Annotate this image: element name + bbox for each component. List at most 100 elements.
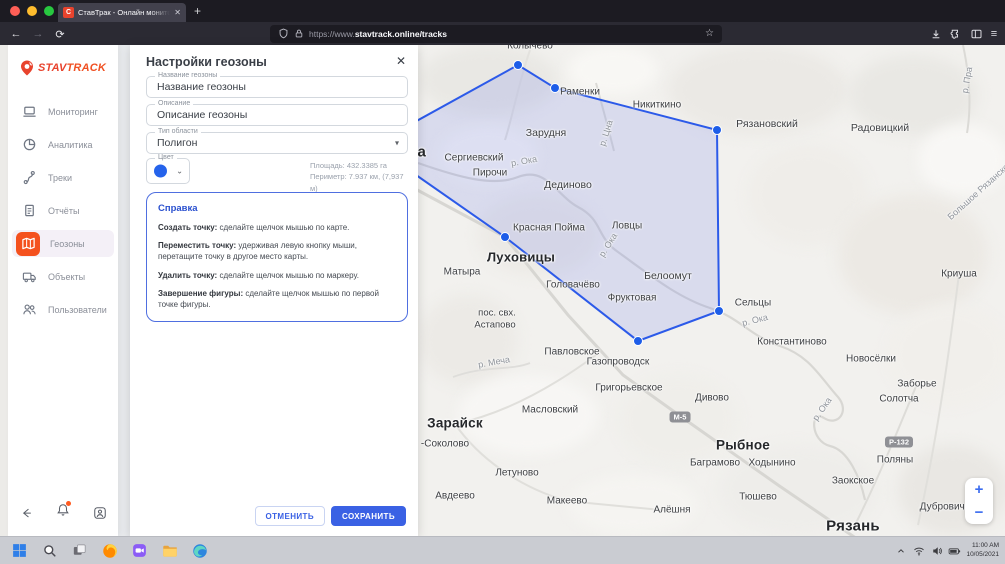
- lock-icon[interactable]: [294, 28, 304, 39]
- sidebar-item-analytics[interactable]: Аналитика: [8, 128, 118, 161]
- map-label: Рязань: [826, 518, 880, 535]
- map-label: Григорьевское: [595, 383, 662, 394]
- sidebar-item-users[interactable]: Пользователи: [8, 293, 118, 326]
- map-label: Тюшево: [739, 492, 777, 503]
- map-label: Пирочи: [473, 168, 507, 179]
- url-text: https://www.stavtrack.online/tracks: [309, 29, 700, 39]
- sidebar-item-tracks[interactable]: Треки: [8, 161, 118, 194]
- minimize-window-button[interactable]: [27, 6, 37, 16]
- map-label: Новосёлки: [846, 354, 896, 365]
- geozone-metrics: Площадь: 432.3385 га Периметр: 7.937 км,…: [310, 160, 410, 194]
- chat-icon[interactable]: [128, 539, 151, 562]
- browser-toolbar: ← → ⟳ https://www.stavtrack.online/track…: [0, 22, 1005, 45]
- edge-icon[interactable]: [188, 539, 211, 562]
- map-label: Летуново: [495, 468, 538, 479]
- panel-actions: ОТМЕНИТЬ СОХРАНИТЬ: [255, 506, 407, 526]
- area-type-value: Полигон: [157, 137, 197, 149]
- new-tab-button[interactable]: +: [194, 4, 201, 18]
- zoom-in-button[interactable]: +: [965, 478, 993, 501]
- map-label: Радовицкий: [851, 122, 909, 134]
- sidebar-item-objects[interactable]: Объекты: [8, 260, 118, 293]
- polygon-vertex-marker[interactable]: [715, 307, 724, 316]
- sidebar-item-reports[interactable]: Отчёты: [8, 194, 118, 227]
- panel-close-icon[interactable]: ✕: [396, 54, 406, 68]
- url-bar[interactable]: https://www.stavtrack.online/tracks ☆: [270, 25, 722, 43]
- tab-close-icon[interactable]: ✕: [174, 8, 181, 17]
- polygon-vertex-marker[interactable]: [634, 337, 643, 346]
- map-label: Макеево: [547, 496, 587, 507]
- map-label: Газопроводск: [587, 357, 650, 368]
- extensions-icon[interactable]: [948, 26, 964, 42]
- dropdown-caret-icon: ▾: [395, 139, 399, 148]
- map-label: Баграмово: [690, 458, 740, 469]
- map-label: Астапово: [474, 320, 515, 331]
- map-label: Зарайск: [427, 416, 483, 431]
- back-icon[interactable]: ←: [8, 26, 24, 42]
- map-label: Зарудня: [526, 127, 566, 139]
- map-label: Дединово: [544, 179, 592, 191]
- sidebar-item-geozones[interactable]: Геозоны: [8, 227, 118, 260]
- search-icon[interactable]: [38, 539, 61, 562]
- report-icon: [20, 202, 38, 220]
- map[interactable]: КолычевоРаменкиНикиткиноЗарудняСергиевск…: [418, 45, 1005, 536]
- polygon-vertex-marker[interactable]: [514, 61, 523, 70]
- map-label: Дивово: [695, 393, 729, 404]
- save-button[interactable]: СОХРАНИТЬ: [331, 506, 406, 526]
- volume-icon[interactable]: [930, 545, 943, 558]
- sidebar-panel-icon[interactable]: [968, 26, 984, 42]
- downloads-icon[interactable]: [928, 26, 944, 42]
- map-label: Заокское: [832, 476, 874, 487]
- forward-icon[interactable]: →: [30, 26, 46, 42]
- start-icon[interactable]: [8, 539, 31, 562]
- zoom-out-button[interactable]: −: [965, 501, 993, 524]
- help-item: Завершение фигуры: сделайте щелчок мышью…: [158, 288, 396, 310]
- cancel-button[interactable]: ОТМЕНИТЬ: [255, 506, 325, 526]
- geozone-description-field[interactable]: Описание Описание геозоны: [146, 104, 408, 126]
- chevron-down-icon: ⌄: [176, 167, 183, 176]
- area-value: Площадь: 432.3385 га: [310, 160, 410, 171]
- menu-hamburger-icon[interactable]: ≡: [986, 26, 1002, 42]
- sidebar-item-monitoring[interactable]: Мониторинг: [8, 95, 118, 128]
- polygon-vertex-marker[interactable]: [501, 233, 510, 242]
- map-label: Луховицы: [487, 250, 555, 265]
- color-swatch[interactable]: [154, 165, 167, 178]
- color-picker[interactable]: Цвет ⌄: [146, 158, 190, 184]
- map-label: -Соколово: [421, 439, 469, 450]
- system-tray: 11:00 AM 10/05/2021: [894, 537, 999, 564]
- explorer-icon[interactable]: [158, 539, 181, 562]
- map-label: Белоомут: [644, 270, 692, 282]
- route-icon: [20, 169, 38, 187]
- map-label: Сельцы: [735, 298, 771, 309]
- users-icon: [20, 301, 38, 319]
- collapse-sidebar-icon[interactable]: [19, 506, 33, 520]
- geozone-name-value: Название геозоны: [157, 81, 246, 93]
- reload-icon[interactable]: ⟳: [52, 26, 68, 42]
- battery-icon[interactable]: [948, 545, 961, 558]
- geozone-name-field[interactable]: Название геозоны Название геозоны: [146, 76, 408, 98]
- panel-title: Настройки геозоны: [146, 55, 267, 69]
- browser-tab[interactable]: С СтавТрак - Онлайн мониторин ✕: [58, 3, 186, 22]
- polygon-vertex-marker[interactable]: [551, 84, 560, 93]
- wifi-icon[interactable]: [912, 545, 925, 558]
- zoom-window-button[interactable]: [44, 6, 54, 16]
- taskbar-clock[interactable]: 11:00 AM 10/05/2021: [966, 542, 999, 560]
- monitor-icon: [20, 103, 38, 121]
- map-label: Колычево: [507, 45, 553, 52]
- bookmark-star-icon[interactable]: ☆: [705, 28, 714, 39]
- account-icon[interactable]: [93, 506, 107, 520]
- map-label: Головачёво: [546, 280, 600, 291]
- firefox-icon[interactable]: [98, 539, 121, 562]
- taskbar: 11:00 AM 10/05/2021: [0, 536, 1005, 564]
- close-window-button[interactable]: [10, 6, 20, 16]
- analytics-icon: [20, 136, 38, 154]
- geozone-settings-panel: Настройки геозоны ✕ Название геозоны Наз…: [130, 45, 418, 536]
- area-type-select[interactable]: Тип области Полигон ▾: [146, 132, 408, 154]
- polygon-vertex-marker[interactable]: [713, 126, 722, 135]
- clock-date: 10/05/2021: [966, 551, 999, 560]
- notifications-bell-icon[interactable]: [56, 503, 70, 522]
- geozone-description-value: Описание геозоны: [157, 109, 247, 121]
- task-view-icon[interactable]: [68, 539, 91, 562]
- map-label: Заборье: [897, 379, 936, 390]
- chevron-up-icon[interactable]: [894, 545, 907, 558]
- tracking-shield-icon[interactable]: [278, 28, 289, 39]
